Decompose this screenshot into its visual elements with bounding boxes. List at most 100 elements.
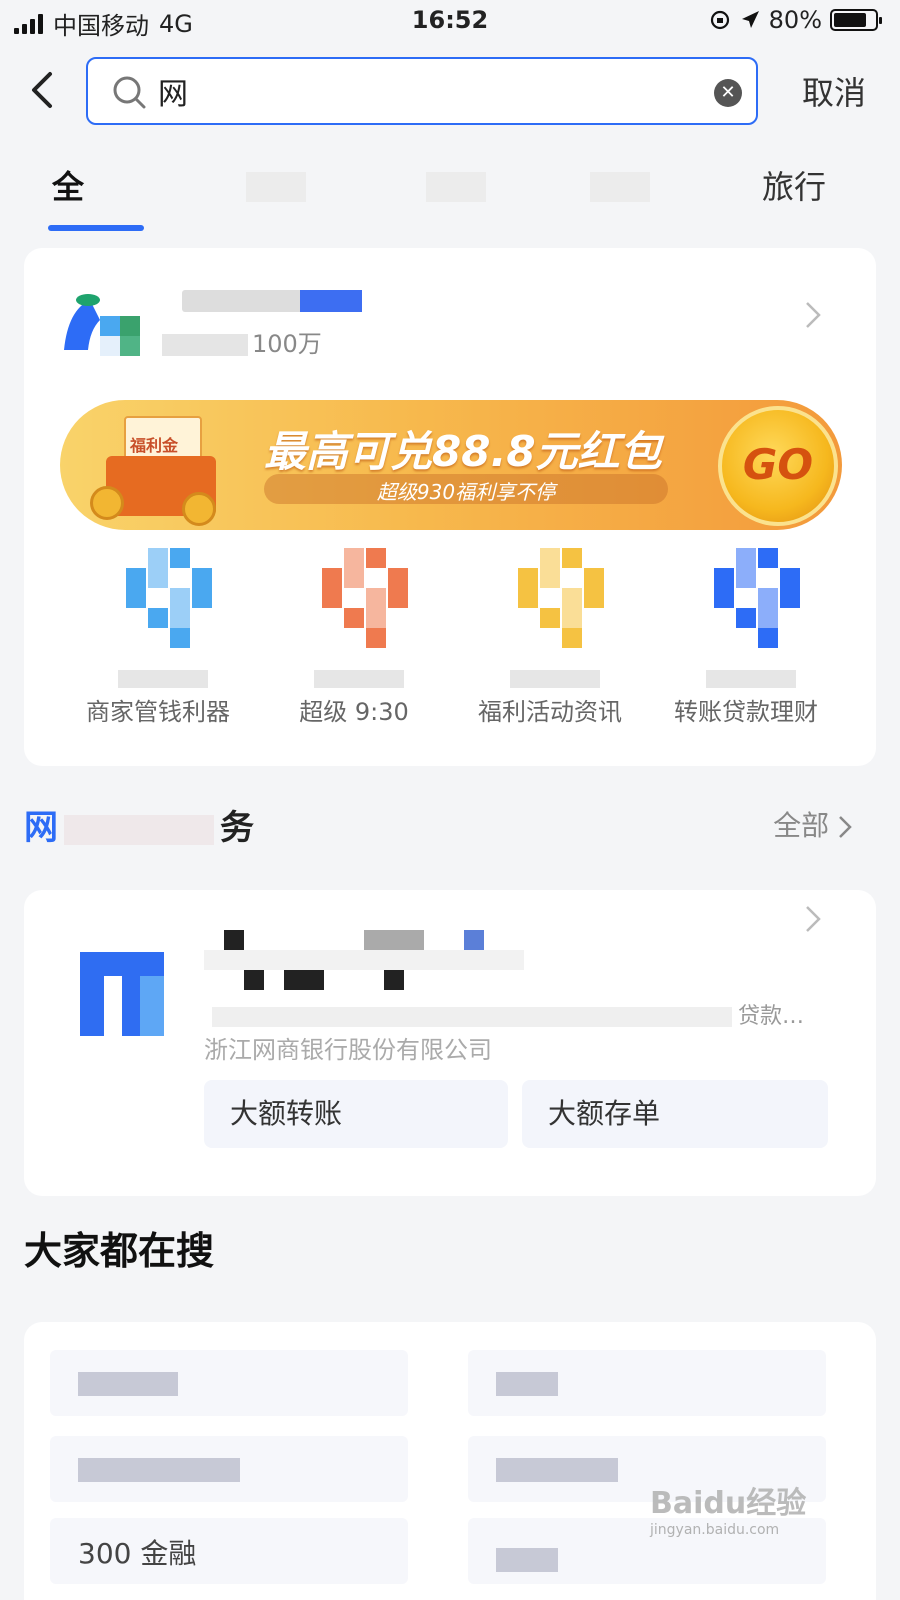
mosaic-cell [540,548,560,568]
search-box[interactable]: ✕ [86,57,758,125]
hot-search-item[interactable]: 300 金融 [50,1518,408,1584]
clear-search-icon[interactable]: ✕ [714,79,742,107]
tab-3[interactable] [426,172,486,202]
see-all-link[interactable]: 全部 [773,804,852,844]
mosaic-cell [758,548,778,568]
bank-company: 浙江网商银行股份有限公司 [204,1036,492,1064]
mosaic-cell [388,568,408,588]
mosaic-cell [540,568,560,588]
quick-link-label: 超级 9:30 [299,698,409,726]
yellow-mosaic-icon [510,548,614,652]
blurred-title [64,814,214,845]
status-bar: 中国移动 4G 16:52 80% [0,0,900,44]
quick-link-merchant[interactable]: 商家管钱利器 [60,548,256,728]
quick-link-welfare[interactable]: 福利活动资讯 [452,548,648,728]
mosaic-cell [170,588,190,608]
mosaic-cell [736,568,756,588]
baidu-watermark: Baidu经验 jingyan.baidu.com [650,1478,850,1558]
mosaic-cell [736,608,756,628]
mosaic-cell [388,588,408,608]
mosaic-cell [780,568,800,588]
tab-travel[interactable]: 旅行 [762,162,826,208]
quick-link-super930[interactable]: 超级 9:30 [256,548,452,728]
back-arrow-icon[interactable] [26,68,62,112]
chevron-right-icon [806,906,821,932]
section-title-start: 网 [24,808,58,848]
tab-all[interactable]: 全 [52,162,84,208]
mosaic-cell [714,588,734,608]
battery-icon [830,9,882,31]
mosaic-cell [584,568,604,588]
hot-search-title: 大家都在搜 [24,1229,215,1273]
bank-service-card[interactable]: 贷款… 浙江网商银行股份有限公司 大额转账 大额存单 [24,890,876,1196]
section-title-end: 务 [220,808,254,848]
mosaic-cell [170,548,190,568]
mosaic-cell [540,608,560,628]
cancel-button[interactable]: 取消 [802,68,866,114]
app-title-blurred [182,290,362,312]
battery-fill [834,13,866,27]
orange-mosaic-icon [314,548,418,652]
mosaic-cell [366,548,386,568]
mosaic-cell [736,548,756,568]
chevron-right-icon [839,816,852,838]
app-subtitle: 100万 [162,324,322,359]
bank-desc-tail: 贷款… [737,1004,804,1029]
mosaic-cell [366,588,386,608]
hot-search-item[interactable] [50,1350,408,1416]
tab-active-indicator [48,225,144,231]
blurred-caption [118,670,208,688]
mosaic-cell [562,608,582,628]
mosaic-cell [780,588,800,608]
hot-search-card: 300 金融 [24,1322,876,1600]
quick-link-label: 转账贷款理财 [674,698,818,726]
blurred-text [496,1372,558,1396]
large-transfer-button[interactable]: 大额转账 [204,1080,508,1148]
mosaic-cell [366,608,386,628]
large-deposit-button[interactable]: 大额存单 [522,1080,828,1148]
mosaic-cell [758,588,778,608]
mosaic-cell [518,568,538,588]
mosaic-cell [322,588,342,608]
mosaic-cell [192,588,212,608]
mosaic-cell [562,628,582,648]
mosaic-cell [148,548,168,568]
go-button[interactable]: GO [718,406,838,526]
app-subtitle-text: 100万 [252,330,322,358]
battery-percent: 80% [768,6,822,34]
hot-search-item[interactable] [468,1350,826,1416]
top-result-card: 100万 福利金 最高可兑88.8元红包 超级930福利享不停 GO 商家管钱利… [24,248,876,766]
mosaic-cell [322,568,342,588]
mosaic-cell [170,608,190,628]
chevron-right-icon [806,302,821,328]
blue-mosaic-icon [118,548,222,652]
tab-4[interactable] [590,172,650,202]
mosaic-cell [584,588,604,608]
quick-link-transfer[interactable]: 转账贷款理财 [648,548,844,728]
mosaic-cell [344,568,364,588]
rotation-lock-icon [710,10,729,30]
mosaic-cell [562,548,582,568]
blue-dark-mosaic-icon [706,548,810,652]
blurred-text [78,1372,178,1396]
promo-banner[interactable]: 福利金 最高可兑88.8元红包 超级930福利享不停 GO [60,400,842,530]
hot-search-item[interactable] [50,1436,408,1502]
mosaic-cell [192,568,212,588]
mosaic-cell [344,608,364,628]
category-tabs: 全 旅行 [0,150,900,242]
search-icon [113,76,146,109]
blurred-text [496,1458,618,1482]
mosaic-cell [562,588,582,608]
search-input[interactable] [158,71,678,111]
banner-headline: 最高可兑88.8元红包 [264,427,662,476]
see-all-label: 全部 [773,809,830,842]
gift-label: 福利金 [130,436,179,455]
services-section-title: 网务 [24,800,254,849]
tab-2[interactable] [246,172,306,202]
quick-link-label: 商家管钱利器 [86,698,230,726]
mosaic-cell [126,588,146,608]
mosaic-cell [344,548,364,568]
quick-link-label: 福利活动资讯 [478,698,622,726]
location-arrow-icon [741,11,759,28]
mosaic-cell [714,568,734,588]
